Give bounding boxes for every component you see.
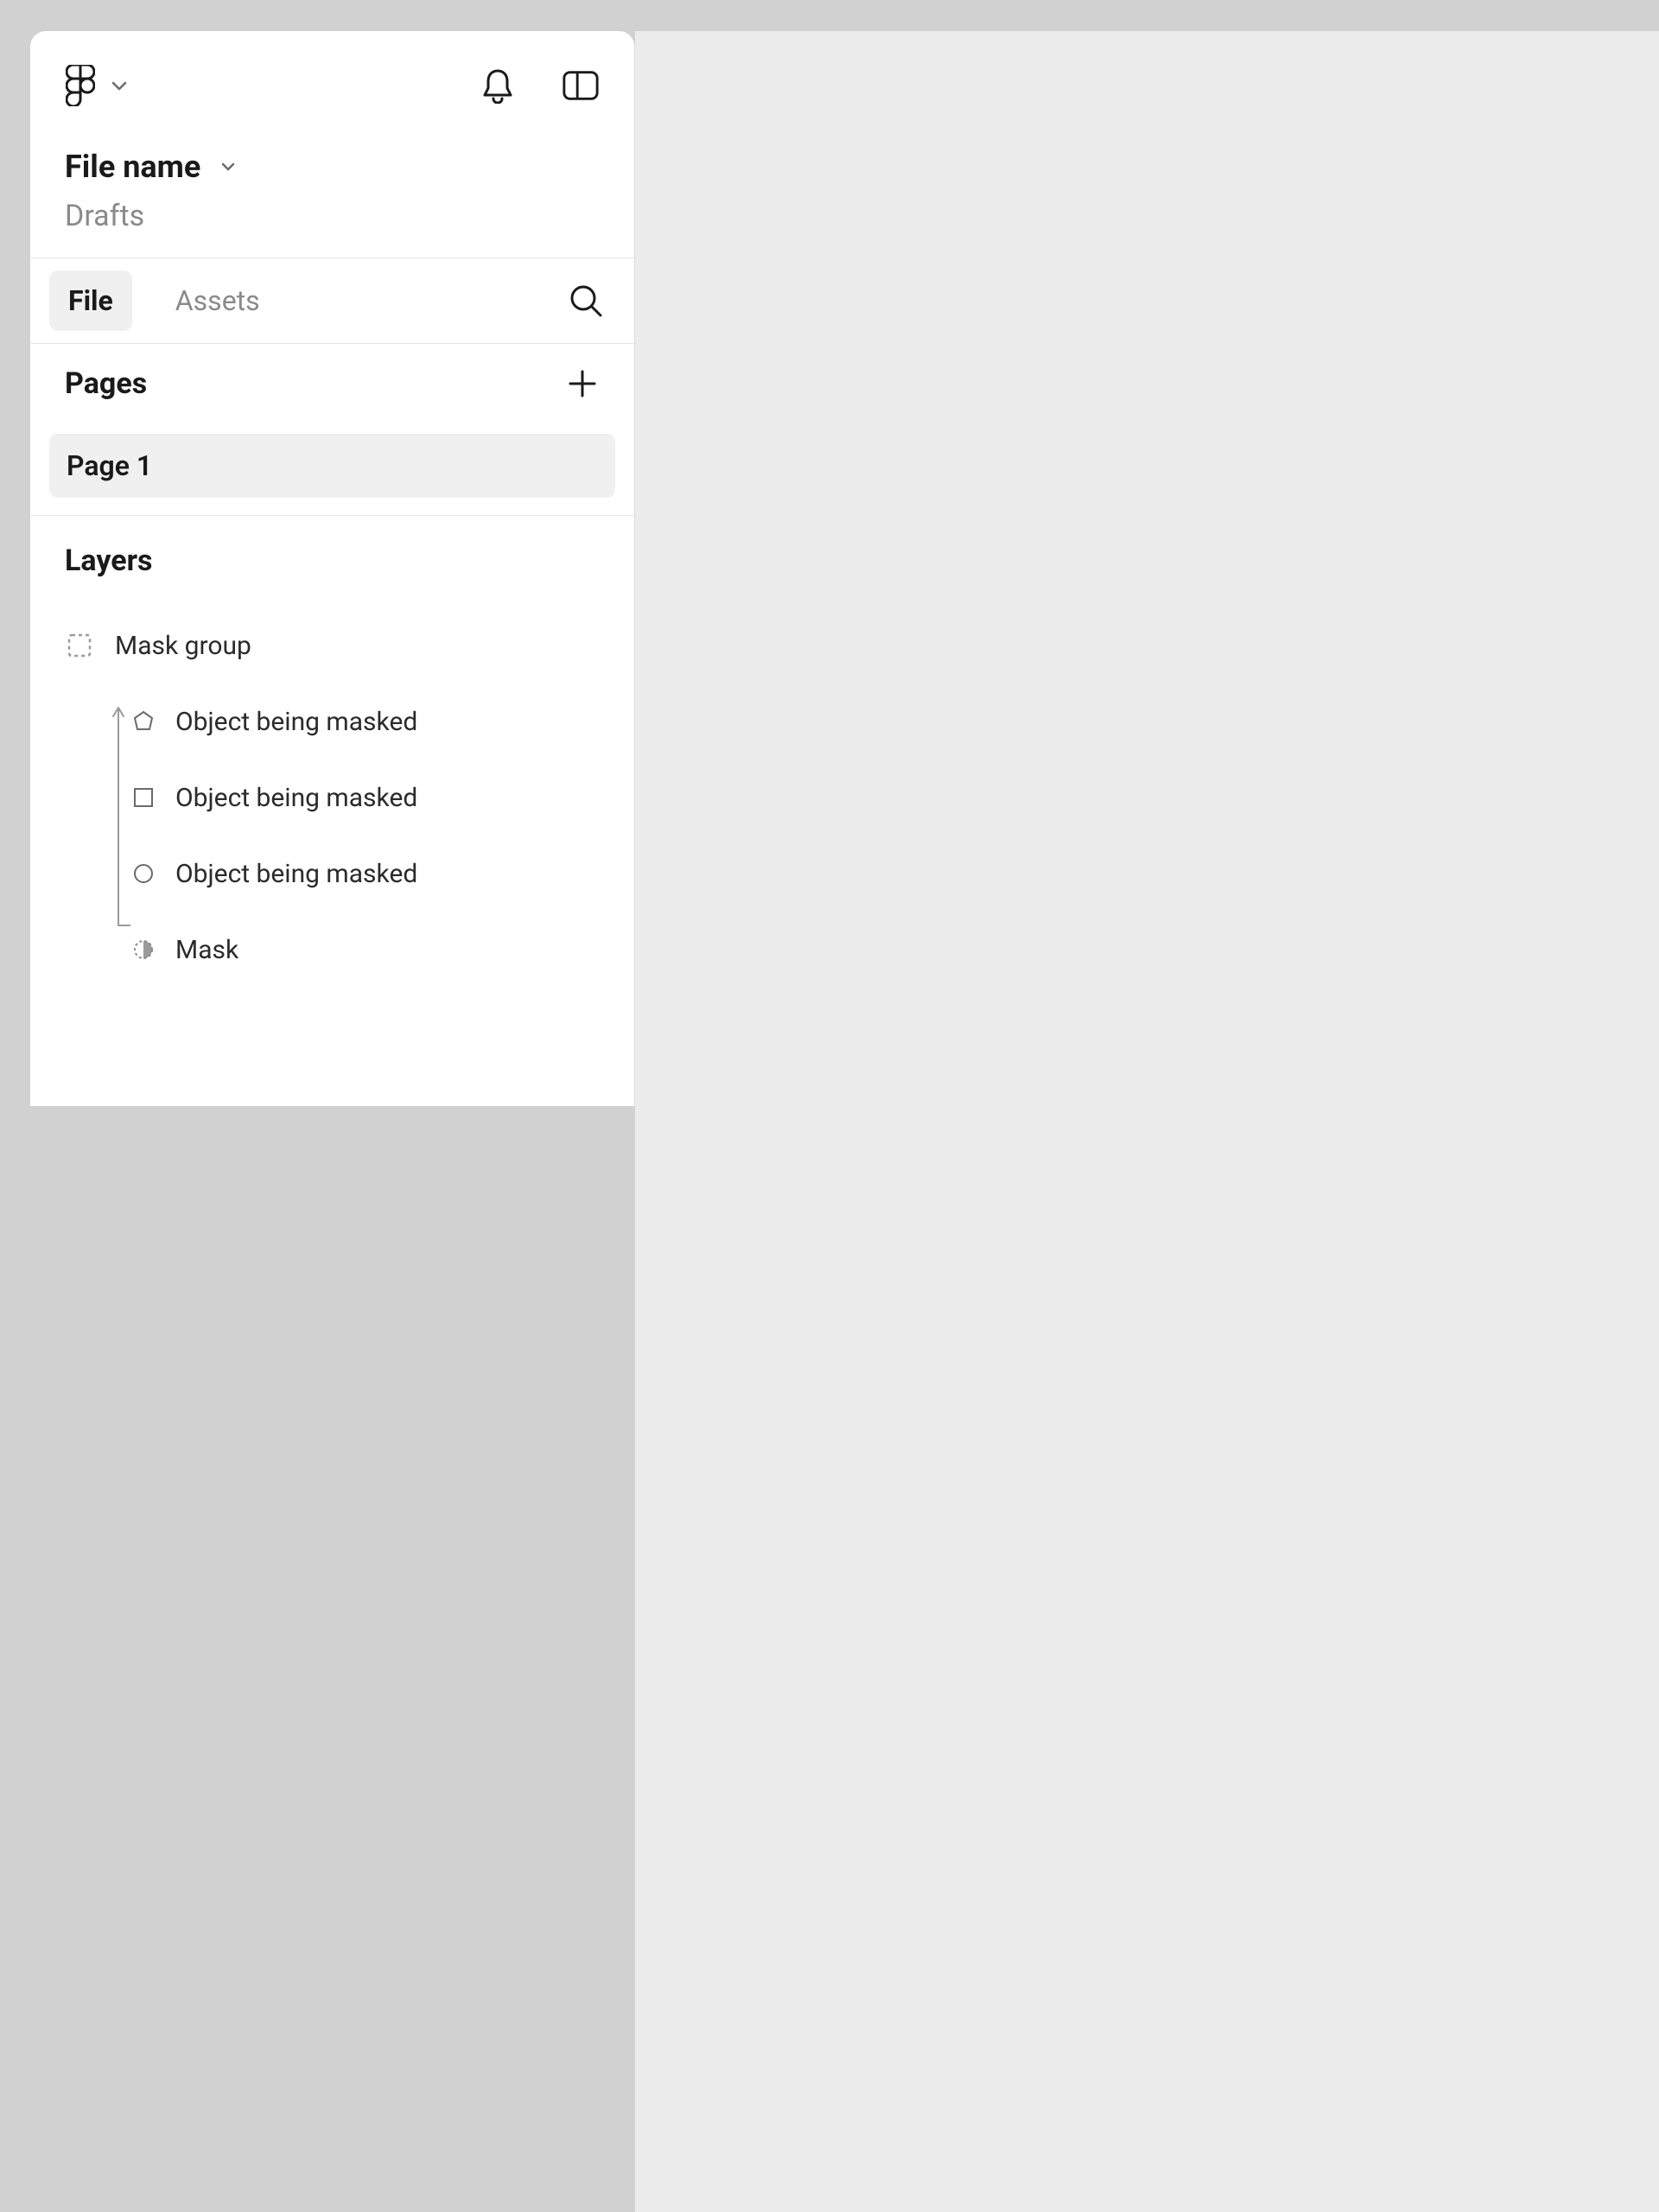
layer-label: Object being masked <box>175 783 417 813</box>
panel-toolbar <box>30 31 634 124</box>
pages-header: Pages <box>49 366 615 401</box>
search-icon <box>569 283 603 318</box>
mask-group-icon <box>65 631 94 660</box>
add-page-button[interactable] <box>565 366 600 401</box>
layer-object-ellipse[interactable]: Object being masked <box>130 836 615 912</box>
panel-tabs: File Assets <box>30 258 634 344</box>
main-menu-chevron-icon[interactable] <box>111 80 129 91</box>
layer-mask[interactable]: Mask <box>130 912 615 988</box>
toolbar-right <box>479 67 600 105</box>
layer-object-rectangle[interactable]: Object being masked <box>130 760 615 836</box>
layer-object-polygon[interactable]: Object being masked <box>130 683 615 760</box>
layers-title-label: Layers <box>49 543 615 578</box>
panels-toggle-button[interactable] <box>562 67 600 105</box>
bell-icon <box>481 67 514 104</box>
tab-assets[interactable]: Assets <box>156 270 279 331</box>
search-button[interactable] <box>567 282 605 320</box>
tab-file[interactable]: File <box>49 270 132 331</box>
file-info-section: File name Drafts <box>30 124 634 258</box>
ellipse-icon <box>130 861 156 887</box>
toolbar-left <box>65 64 129 107</box>
layer-label: Mask group <box>115 631 251 661</box>
layer-tree: Mask group Object being masked <box>49 616 615 988</box>
sidebar-icon <box>562 69 600 102</box>
mask-icon <box>130 937 156 963</box>
plus-icon <box>568 369 597 398</box>
figma-logo-icon[interactable] <box>65 64 96 107</box>
page-item[interactable]: Page 1 <box>49 434 615 498</box>
layer-label: Mask <box>175 935 238 965</box>
polygon-icon <box>130 709 156 734</box>
layers-section: Layers Mask group <box>30 516 634 1005</box>
layer-children: Object being masked Object being masked <box>103 683 615 988</box>
file-menu-chevron-icon <box>221 159 235 175</box>
file-location-label[interactable]: Drafts <box>65 199 600 233</box>
pages-title-label: Pages <box>65 366 147 401</box>
layer-label: Object being masked <box>175 707 417 737</box>
file-name-row[interactable]: File name <box>65 149 600 185</box>
file-name-label: File name <box>65 149 200 185</box>
canvas-area[interactable] <box>635 31 1659 2212</box>
layer-label: Object being masked <box>175 859 417 889</box>
pages-section: Pages Page 1 <box>30 344 634 516</box>
layer-mask-group[interactable]: Mask group <box>49 616 615 675</box>
left-panel: File name Drafts File Assets Pages <box>30 31 635 1106</box>
notifications-button[interactable] <box>479 67 517 105</box>
mask-bracket-icon <box>106 692 130 934</box>
rectangle-icon <box>130 785 156 810</box>
